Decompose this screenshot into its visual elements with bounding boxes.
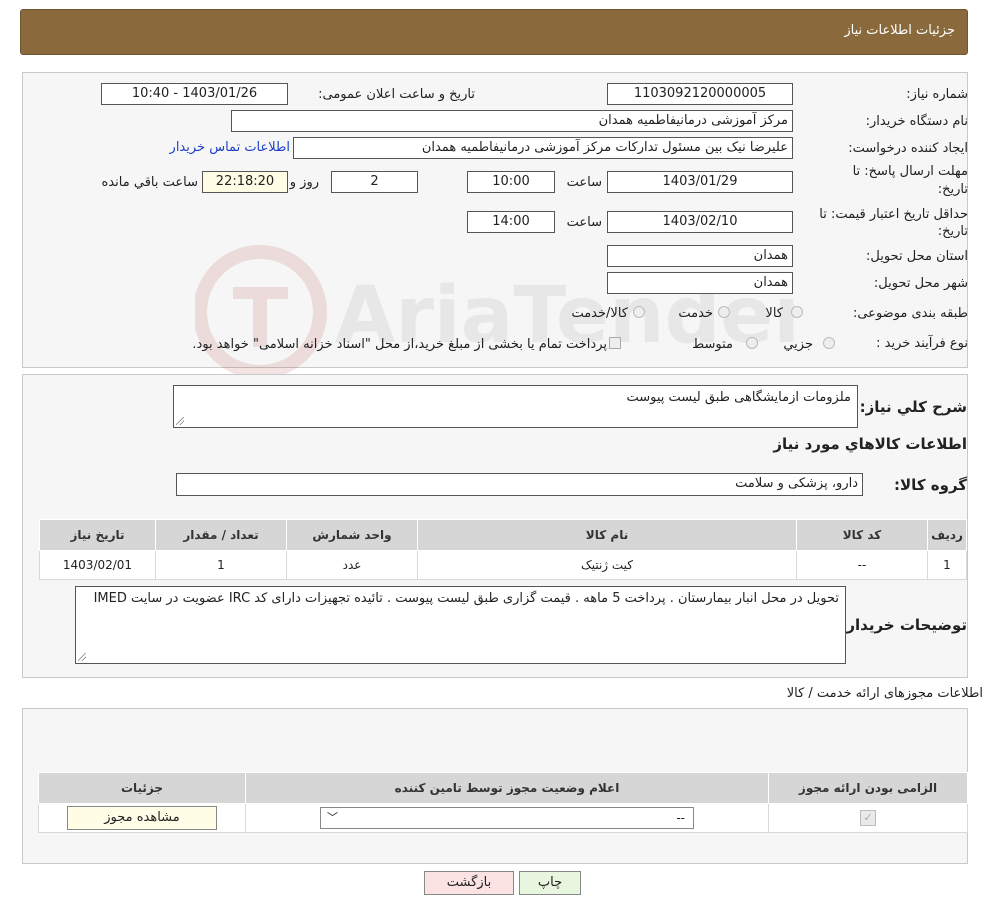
buyer-notes-field[interactable]: تحویل در محل انبار بیمارستان . پرداخت 5 … [75,586,846,664]
validity-label: حداقل تاریخ اعتبار قیمت: تا [819,207,968,222]
requester-field: علیرضا نیک بین مسئول تدارکات مرکز آموزشی… [293,137,793,159]
remaining-label: ساعت باقي مانده [101,175,198,190]
category-service-radio[interactable] [718,306,730,318]
process-note: پرداخت تمام یا بخشی از مبلغ خرید،از محل … [192,337,607,352]
resize-grip-icon[interactable] [176,417,184,425]
validity-date-field: 1403/02/10 [607,211,793,233]
permit-status-value: -- [676,811,685,825]
validity-time-label: ساعت [566,215,602,230]
city-field: همدان [607,272,793,294]
province-field: همدان [607,245,793,267]
permits-title: اطلاعات مجوزهای ارائه خدمت / کالا [786,686,983,701]
resize-grip-icon[interactable] [78,653,86,661]
general-desc-text: ملزومات ازمایشگاهی طبق لیست پیوست [626,390,851,405]
process-medium-label: متوسط [692,337,733,352]
goods-group-label: گروه کالا: [894,476,967,494]
need-number-field: 1103092120000005 [607,83,793,105]
cell-date: 1403/02/01 [39,550,156,580]
general-desc-label: شرح کلي نياز: [859,398,967,416]
cell-permit-required: ✓ [768,803,968,833]
announce-label: تاریخ و ساعت اعلان عمومی: [318,87,475,102]
remaining-time-field: 22:18:20 [202,171,288,193]
print-button[interactable]: چاپ [519,871,581,895]
days-field: 2 [331,171,418,193]
cell-code: -- [796,550,928,580]
deadline-label: مهلت ارسال پاسخ: تا [852,164,968,179]
permit-status-select[interactable]: -- ﹀ [320,807,694,829]
general-desc-field[interactable]: ملزومات ازمایشگاهی طبق لیست پیوست [173,385,858,428]
announce-field: 1403/01/26 - 10:40 [101,83,288,105]
process-label: نوع فرآیند خرید : [876,336,968,351]
col-unit: واحد شمارش [286,519,418,551]
back-button[interactable]: بازگشت [424,871,514,895]
city-label: شهر محل تحویل: [873,276,968,291]
cell-qty: 1 [155,550,287,580]
buyer-contact-link[interactable]: اطلاعات تماس خریدار [170,140,290,155]
validity-time-field: 14:00 [467,211,555,233]
deadline-date-field: 1403/01/29 [607,171,793,193]
col-permit-status: اعلام وضعیت مجوز توسط تامین کننده [245,772,769,804]
page-title: جزئیات اطلاعات نیاز [844,23,955,38]
col-code: کد کالا [796,519,928,551]
category-goods-radio[interactable] [791,306,803,318]
permits-table: الزامی بودن ارائه مجوز اعلام وضعیت مجوز … [38,772,968,833]
view-permit-button[interactable]: مشاهده مجوز [67,806,217,830]
buyer-org-field: مرکز آموزشی درمانیفاطمیه همدان [231,110,793,132]
permit-required-checkbox[interactable]: ✓ [860,810,876,826]
province-label: استان محل تحویل: [866,249,968,264]
buyer-notes-text: تحویل در محل انبار بیمارستان . پرداخت 5 … [93,591,839,606]
cell-permit-details: مشاهده مجوز [38,803,246,833]
category-goods-service-radio[interactable] [633,306,645,318]
cell-name: کیت ژنتیک [417,550,797,580]
goods-table-header: رديف کد کالا نام کالا واحد شمارش تعداد /… [39,519,967,551]
goods-info-title: اطلاعات کالاهاي مورد نياز [773,435,967,453]
buyer-notes-label: توضیحات خریدار: [840,616,967,634]
treasury-checkbox[interactable] [609,337,621,349]
cell-row: 1 [927,550,967,580]
chevron-down-icon: ﹀ [327,811,338,824]
process-minor-label: جزیي [783,337,813,352]
deadline-time-label: ساعت [566,175,602,190]
table-row: 1 -- کیت ژنتیک عدد 1 1403/02/01 [39,550,967,580]
process-medium-radio[interactable] [746,337,758,349]
deadline-label-date: تاریخ: [937,182,968,197]
cell-permit-status: -- ﹀ [245,803,769,833]
deadline-time-field: 10:00 [467,171,555,193]
category-label: طبقه بندی موضوعی: [852,306,968,321]
goods-group-field: دارو، پزشکی و سلامت [176,473,863,496]
validity-label-date: تاریخ: [937,224,968,239]
col-date: تاریخ نیاز [39,519,156,551]
goods-table: رديف کد کالا نام کالا واحد شمارش تعداد /… [39,519,967,580]
category-goods-service-label: کالا/خدمت [571,306,628,321]
col-row: رديف [927,519,967,551]
days-label: روز و [289,175,319,190]
col-permit-required: الزامی بودن ارائه مجوز [768,772,968,804]
cell-unit: عدد [286,550,418,580]
need-number-label: شماره نیاز: [906,87,968,102]
col-qty: تعداد / مقدار [155,519,287,551]
permits-table-header: الزامی بودن ارائه مجوز اعلام وضعیت مجوز … [38,772,968,804]
col-permit-details: جزئیات [38,772,246,804]
buyer-org-label: نام دستگاه خریدار: [865,114,968,129]
category-service-label: خدمت [678,306,713,321]
requester-label: ایجاد کننده درخواست: [848,141,968,156]
category-goods-label: کالا [765,306,783,321]
page-header: جزئیات اطلاعات نیاز [20,9,968,55]
table-row: ✓ -- ﹀ مشاهده مجوز [38,803,968,833]
process-minor-radio[interactable] [823,337,835,349]
col-name: نام کالا [417,519,797,551]
